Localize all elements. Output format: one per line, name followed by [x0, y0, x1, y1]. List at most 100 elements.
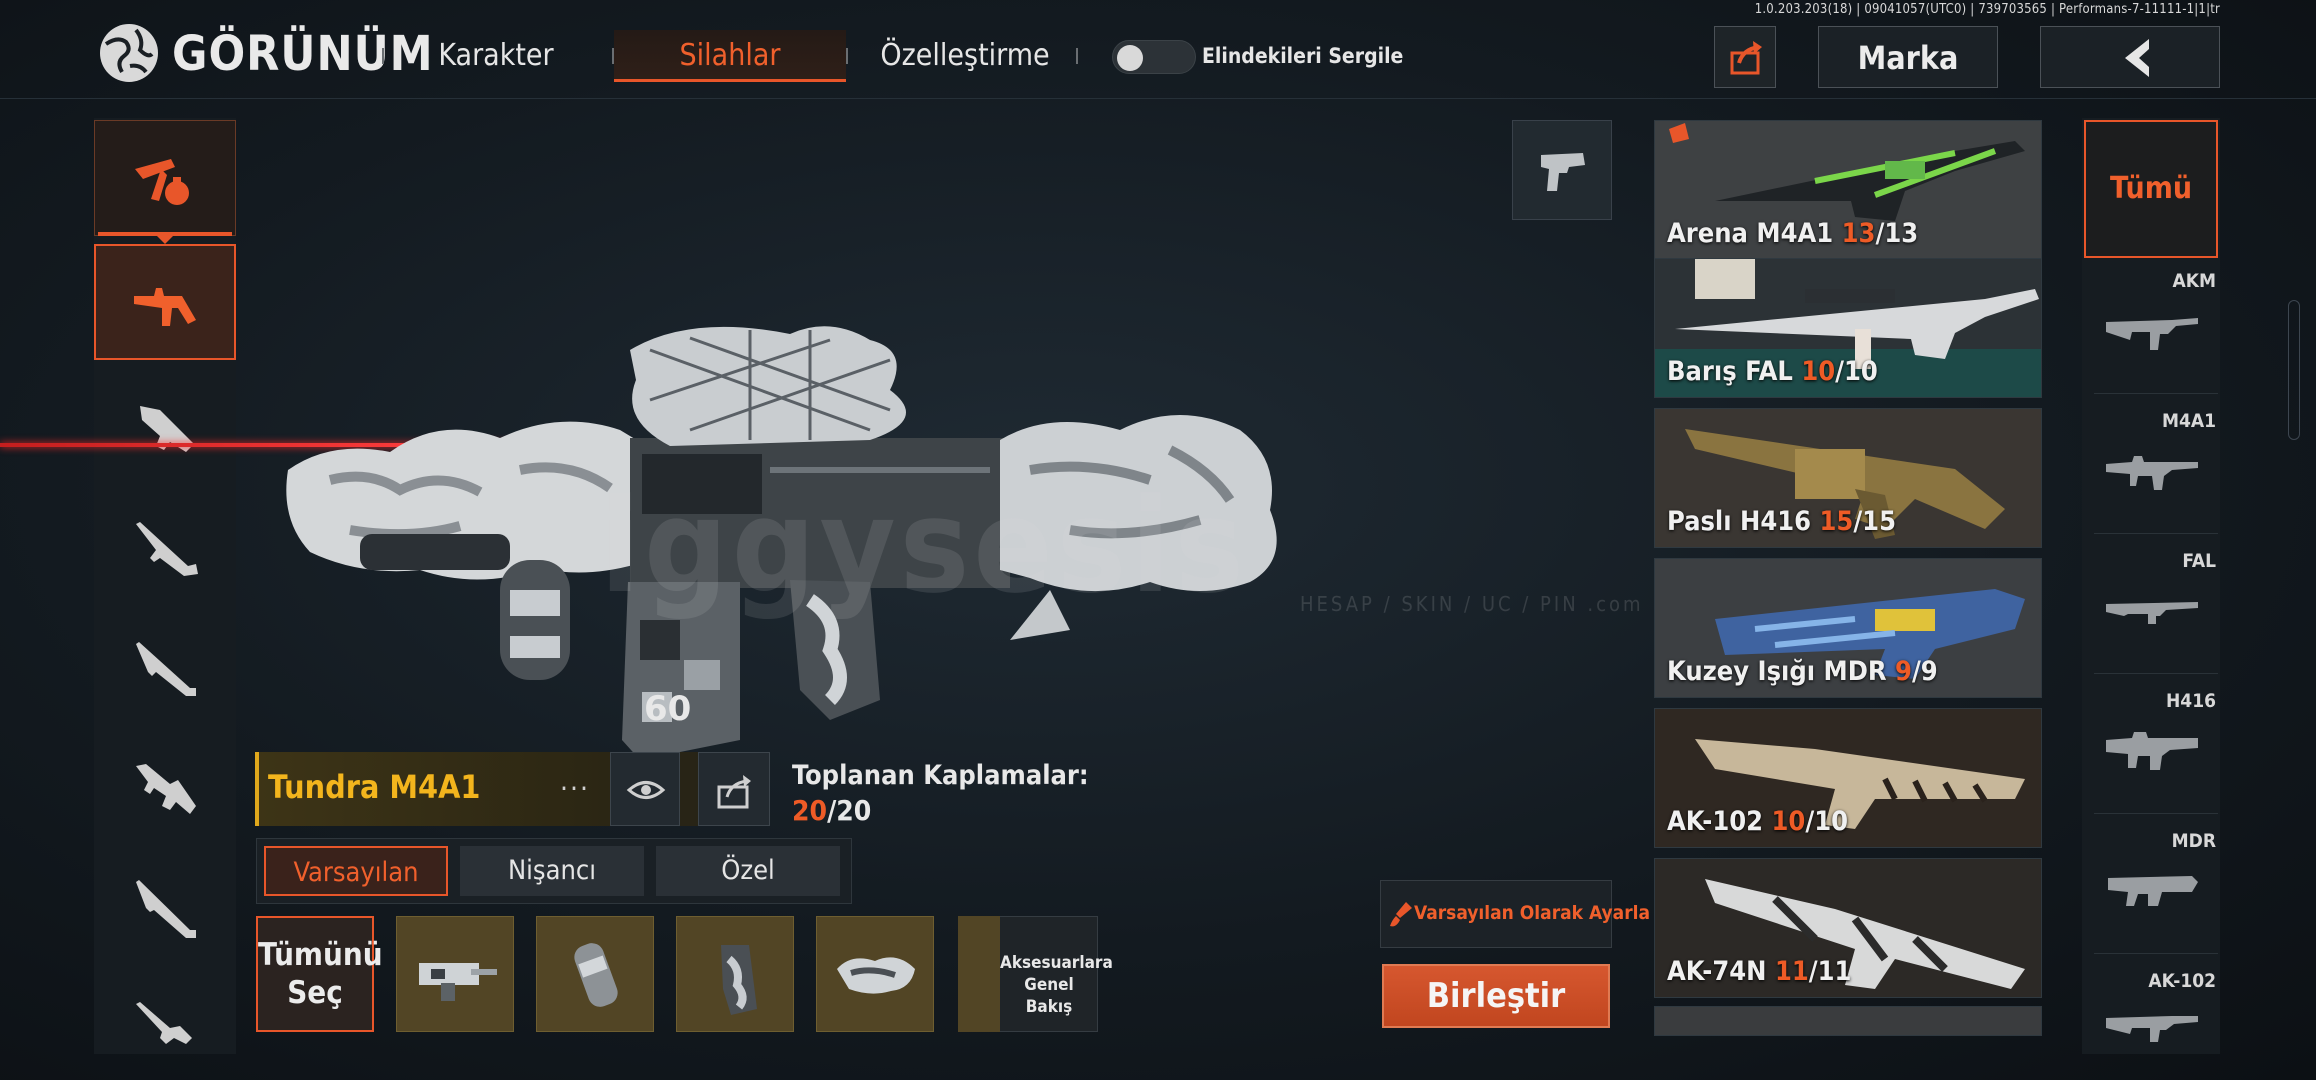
filter-h416[interactable]: H416: [2094, 682, 2218, 814]
brand-button[interactable]: Marka: [1818, 26, 1998, 88]
grip-stock-icon: [419, 963, 497, 1001]
assault-rifle-icon: [134, 288, 196, 326]
shotgun-icon: [136, 880, 196, 938]
attachment-slot[interactable]: [816, 916, 934, 1032]
tab-varsayilan[interactable]: Varsayılan: [264, 846, 448, 896]
category-lmg[interactable]: [94, 730, 236, 846]
skin-total: /15: [1853, 506, 1896, 537]
select-all-line1: Tümünü: [258, 937, 383, 973]
divider: [2094, 533, 2218, 534]
divider: [846, 48, 848, 64]
filter-label: M4A1: [2161, 410, 2216, 432]
h416-icon: [2106, 732, 2198, 770]
divider: [2094, 813, 2218, 814]
skin-card[interactable]: AK-74N 11/11: [1654, 858, 2042, 998]
version-info: 1.0.203.203(18) | 09041057(UTC0) | 73970…: [1754, 2, 2220, 17]
back-button[interactable]: [2040, 26, 2220, 88]
filter-fal[interactable]: FAL: [2094, 542, 2218, 674]
attachments-overview-label: Aksesuarlara Genel Bakış: [1000, 952, 1113, 1018]
filter-label: AKM: [2172, 270, 2217, 292]
skin-name: Arena M4A1 13/13: [1667, 218, 1918, 249]
tab-karakter[interactable]: Karakter: [416, 30, 576, 82]
category-sniper[interactable]: [94, 490, 236, 606]
skin-title: AK-74N: [1667, 956, 1767, 987]
skin-card[interactable]: Barış FAL 10/10: [1654, 258, 2042, 398]
filter-mdr[interactable]: MDR: [2094, 822, 2218, 954]
mdr-icon: [2108, 876, 2198, 906]
scrollbar[interactable]: [2288, 300, 2300, 440]
divider: [2094, 393, 2218, 394]
tab-silahlar[interactable]: Silahlar: [614, 30, 846, 82]
secondary-weapon-button[interactable]: [1512, 120, 1612, 220]
more-options-button[interactable]: ···: [560, 772, 590, 805]
filter-all[interactable]: Tümü: [2084, 120, 2218, 258]
filter-label: MDR: [2171, 830, 2216, 852]
show-owned-toggle[interactable]: [1112, 40, 1196, 74]
skin-title: Arena M4A1: [1667, 218, 1834, 249]
toggle-knob: [1117, 45, 1143, 71]
pistol-icon: [1541, 153, 1585, 191]
attachment-slot[interactable]: [396, 916, 514, 1032]
watermark-text: iggysesis: [600, 470, 1249, 622]
category-special[interactable]: [94, 120, 236, 236]
globe-logo-icon: [96, 20, 162, 86]
skin-title: Barış FAL: [1667, 356, 1793, 387]
divider: [2094, 673, 2218, 674]
merge-button[interactable]: Birleştir: [1382, 964, 1610, 1028]
skin-name: AK-102 10/10: [1667, 806, 1848, 837]
skin-name: AK-74N 11/11: [1667, 956, 1851, 987]
select-all-button[interactable]: Tümünü Seç: [256, 916, 383, 1032]
skin-card[interactable]: AK-102 10/10: [1654, 708, 2042, 848]
header-divider: [0, 98, 2316, 99]
share-skin-button[interactable]: [698, 752, 770, 826]
tab-ozellestirme[interactable]: Özelleştirme: [870, 30, 1060, 82]
skin-card[interactable]: Arena M4A1 13/13: [1654, 120, 2042, 260]
skin-count: 10: [1771, 806, 1806, 837]
akm-icon: [2106, 318, 2198, 350]
smg-icon: [140, 406, 194, 452]
filter-akm[interactable]: AKM: [2094, 262, 2218, 394]
active-pointer: [155, 234, 175, 244]
pistol-grip-icon: [721, 945, 757, 1015]
skin-card-partial[interactable]: [1654, 1006, 2042, 1036]
share-button[interactable]: [1714, 26, 1776, 88]
ak-102-icon: [2106, 1016, 2198, 1042]
tab-nisanci[interactable]: Nişancı: [460, 846, 644, 896]
skin-name: Kuzey Işığı MDR 9/9: [1667, 656, 1938, 687]
skin-card[interactable]: Paslı H416 15/15: [1654, 408, 2042, 548]
skin-total: /13: [1875, 218, 1919, 249]
skin-title: AK-102: [1667, 806, 1764, 837]
attachment-slot[interactable]: [676, 916, 794, 1032]
category-smg[interactable]: [94, 370, 236, 486]
collected-current: 20: [792, 794, 828, 827]
sniper-rifle-icon: [136, 522, 198, 576]
filter-label: H416: [2166, 690, 2216, 712]
collected-total: /20: [827, 794, 872, 827]
foregrip-icon: [574, 943, 618, 1007]
svg-text:60: 60: [644, 689, 691, 729]
skin-count: 11: [1774, 956, 1809, 987]
category-assault-rifle[interactable]: [94, 244, 236, 360]
share-icon: [717, 775, 751, 809]
filter-ak-102[interactable]: AK-102: [2094, 962, 2218, 1054]
skin-total: /10: [1805, 806, 1849, 837]
category-marksman[interactable]: [94, 610, 236, 726]
skin-card[interactable]: Kuzey Işığı MDR 9/9: [1654, 558, 2042, 698]
attachment-slot[interactable]: [536, 916, 654, 1032]
watermark-subtext: HESAP / SKIN / UC / PIN .com: [1300, 592, 1644, 616]
fal-icon: [2106, 602, 2198, 624]
tab-ozel[interactable]: Özel: [656, 846, 840, 896]
page-title: GÖRÜNÜM: [172, 26, 434, 82]
filter-m4a1[interactable]: M4A1: [2094, 402, 2218, 534]
skin-count: 15: [1819, 506, 1854, 537]
skin-count: 10: [1801, 356, 1836, 387]
category-dmr[interactable]: [94, 970, 236, 1050]
m4a1-icon: [2106, 456, 2198, 490]
category-shotgun[interactable]: [94, 850, 236, 966]
skin-name: Barış FAL 10/10: [1667, 356, 1878, 387]
preview-button[interactable]: [610, 752, 680, 826]
set-default-label: Varsayılan Olarak Ayarla: [1414, 902, 1651, 924]
share-icon: [1730, 41, 1762, 75]
skin-total: /9: [1911, 656, 1938, 687]
collected-skins-label: Toplanan Kaplamalar:: [792, 760, 1089, 791]
